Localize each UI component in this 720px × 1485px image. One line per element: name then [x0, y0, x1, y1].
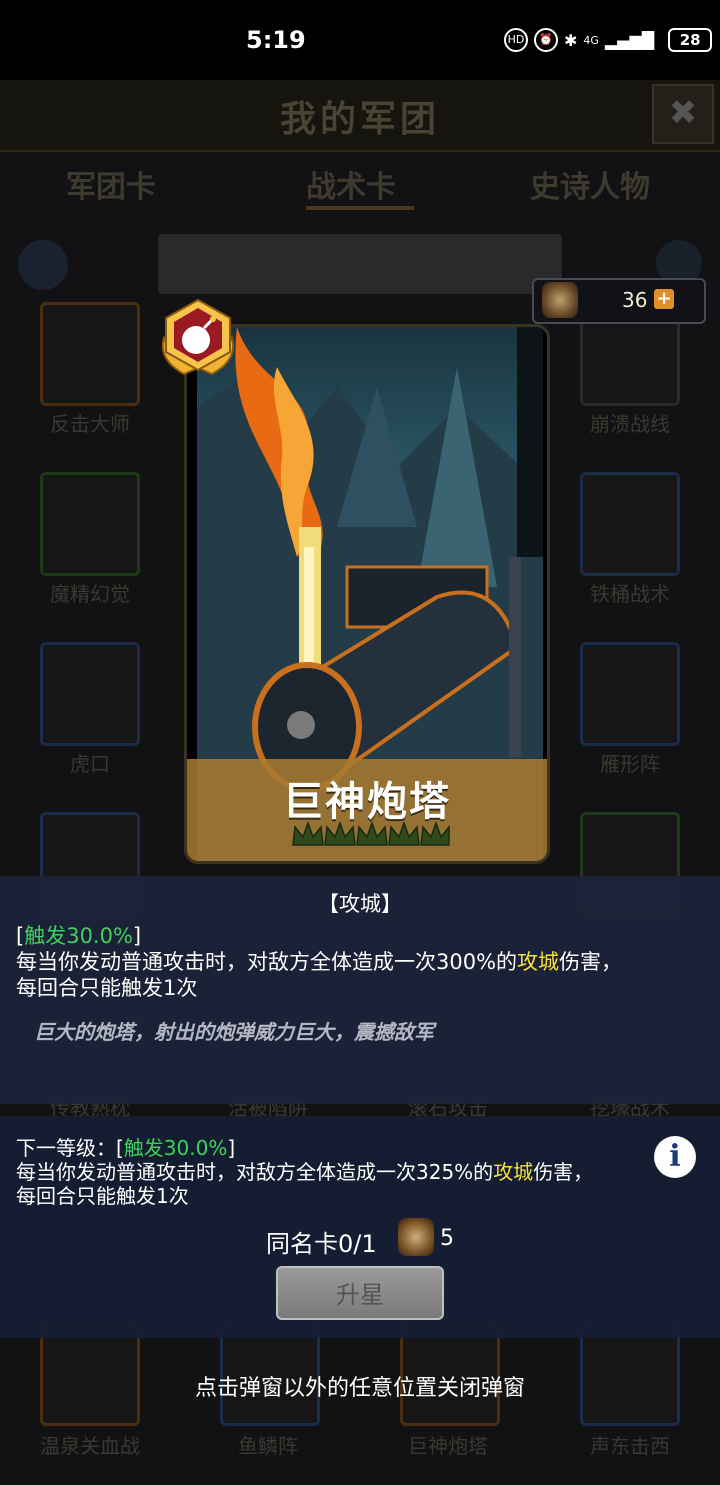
background-card[interactable] [40, 302, 140, 406]
currency-value: 36 [622, 288, 648, 312]
bracket-open: [ [16, 924, 25, 948]
currency-counter[interactable]: 36 + [532, 278, 706, 324]
background-card-name: 魔精幻觉 [50, 582, 130, 606]
add-currency-button[interactable]: + [654, 289, 674, 309]
upgrade-star-button[interactable]: 升星 [276, 1266, 444, 1320]
background-card[interactable] [40, 642, 140, 746]
next-effect-text-end: 伤害， [533, 1160, 594, 1184]
duplicate-card-count: 同名卡0/1 [266, 1230, 377, 1258]
upgrade-cost: 5 [440, 1226, 454, 1251]
tab-tactic-cards[interactable]: 战术卡 [306, 162, 396, 206]
effect-text: 每当你发动普通攻击时，对敌方全体造成一次300%的 [16, 950, 518, 974]
signal-icon: ▂▄▆█ [604, 30, 655, 50]
tab-epic-characters[interactable]: 史诗人物 [530, 162, 650, 206]
background-card-name: 雁形阵 [600, 752, 660, 776]
emblem-icon [398, 1218, 434, 1256]
card-description-panel: 【攻城】 [触发30.0%] 每当你发动普通攻击时，对敌方全体造成一次300%的… [0, 876, 720, 1104]
background-tabs: 军团卡 战术卡 史诗人物 [0, 162, 720, 212]
tab-legion-cards[interactable]: 军团卡 [66, 162, 156, 206]
emblem-icon [542, 282, 578, 318]
background-card-name: 铁桶战术 [590, 582, 670, 606]
status-bar: 5:19 HD ⏰ ✱ 4G ▂▄▆█ 28 [0, 0, 720, 80]
background-card[interactable] [580, 472, 680, 576]
effect-line-2: 每回合只能触发1次 [16, 976, 198, 1000]
background-card[interactable] [580, 642, 680, 746]
status-icons: HD ⏰ ✱ 4G ▂▄▆█ 28 [504, 28, 713, 52]
info-icon[interactable]: i [654, 1136, 696, 1178]
hd-icon: HD [504, 28, 528, 52]
background-search-bar[interactable] [158, 234, 562, 294]
background-title: 我的军团 [279, 99, 440, 140]
trigger-chance: 触发30.0% [24, 924, 133, 948]
bluetooth-icon: ✱ [564, 30, 578, 50]
status-time: 5:19 [246, 26, 306, 54]
background-card-name: 崩溃战线 [590, 412, 670, 436]
background-header: 我的军团 ✖ [0, 80, 720, 152]
effect-text-end: 伤害， [559, 950, 623, 974]
battery-indicator: 28 [668, 28, 713, 52]
next-level-panel: 下一等级：[触发30.0%] 每当你发动普通攻击时，对敌方全体造成一次325%的… [0, 1116, 720, 1338]
background-card-name: 巨神炮塔 [408, 1434, 488, 1458]
alarm-icon: ⏰ [534, 28, 558, 52]
bracket-close: ] [132, 924, 142, 948]
background-close-icon[interactable]: ✖ [652, 84, 714, 144]
background-card-name: 声东击西 [590, 1434, 670, 1458]
next-effect-line-2: 每回合只能触发1次 [16, 1184, 189, 1208]
network-label: 4G [583, 33, 599, 47]
background-card[interactable] [40, 472, 140, 576]
bomb-icon [162, 298, 234, 376]
background-card-name: 反击大师 [50, 412, 130, 436]
list-menu-icon[interactable] [18, 240, 68, 290]
tab-underline [306, 206, 414, 210]
tactic-card: 巨神炮塔 [184, 324, 550, 864]
close-popup-hint: 点击弹窗以外的任意位置关闭弹窗 [194, 1376, 525, 1401]
background-card-name: 温泉关血战 [40, 1434, 140, 1458]
card-category: 【攻城】 [318, 892, 402, 916]
star-crowns [292, 820, 450, 846]
background-card-name: 鱼鳞阵 [238, 1434, 298, 1458]
background-card-name: 虎口 [70, 752, 110, 776]
next-effect-keyword: 攻城 [493, 1160, 534, 1184]
flavor-text: 巨大的炮塔，射出的炮弹威力巨大，震撼敌军 [34, 1020, 434, 1044]
effect-keyword: 攻城 [517, 950, 560, 974]
